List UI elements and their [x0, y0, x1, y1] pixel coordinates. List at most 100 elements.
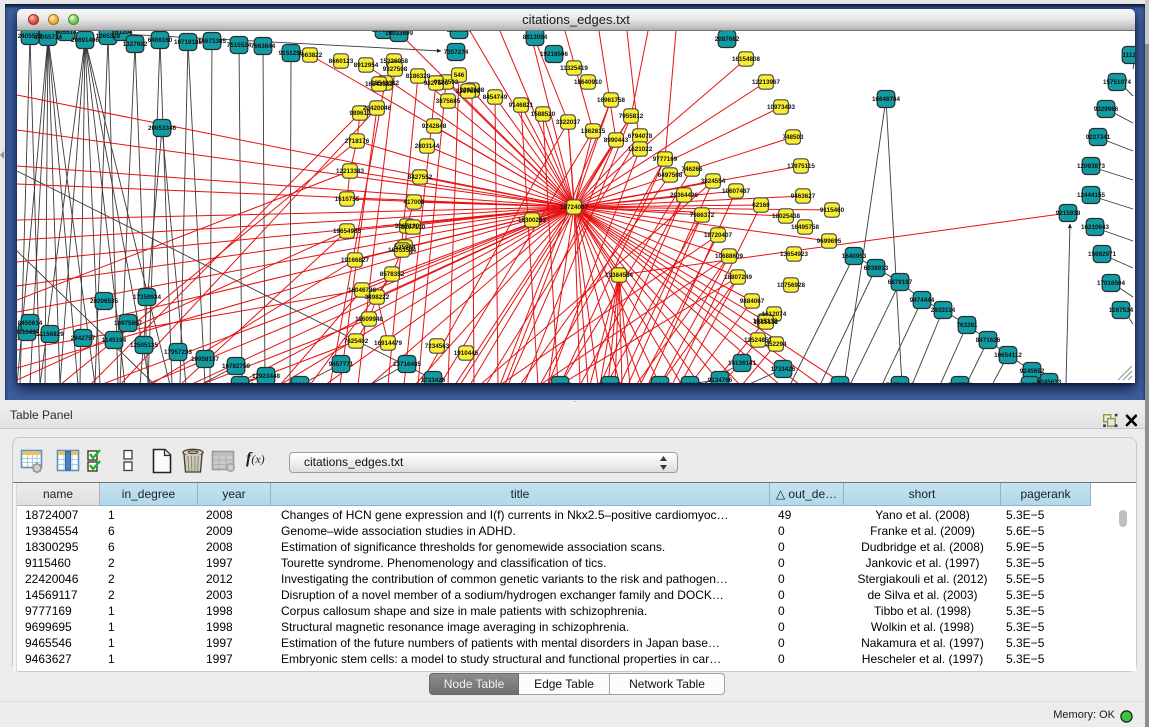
- svg-text:17975115: 17975115: [787, 163, 815, 170]
- svg-text:9960308: 9960308: [598, 382, 623, 383]
- svg-text:8301661: 8301661: [288, 382, 313, 383]
- svg-text:20206535: 20206535: [90, 298, 119, 305]
- svg-text:15692971: 15692971: [1088, 251, 1117, 258]
- svg-text:15751074: 15751074: [1103, 79, 1132, 86]
- svg-text:1362615: 1362615: [581, 128, 606, 135]
- svg-text:7663822: 7663822: [298, 52, 323, 59]
- svg-text:7515524: 7515524: [227, 42, 252, 49]
- svg-text:9487574: 9487574: [948, 382, 973, 383]
- svg-text:9134766: 9134766: [708, 377, 733, 383]
- svg-text:16154808: 16154808: [732, 56, 761, 63]
- svg-text:7357274: 7357274: [444, 49, 469, 56]
- svg-text:9215938: 9215938: [1056, 210, 1081, 217]
- svg-text:1860913: 1860913: [548, 382, 573, 383]
- svg-text:3322037: 3322037: [556, 119, 581, 126]
- svg-text:1588520: 1588520: [531, 111, 556, 118]
- svg-text:16543382: 16543382: [365, 81, 394, 88]
- svg-text:12213967: 12213967: [752, 79, 781, 86]
- svg-text:12505135: 12505135: [130, 342, 159, 349]
- svg-text:1612074: 1612074: [762, 311, 787, 318]
- svg-text:16046738: 16046738: [348, 287, 377, 294]
- svg-text:19384554: 19384554: [605, 272, 634, 279]
- svg-text:10975867: 10975867: [114, 320, 143, 327]
- svg-text:1993518: 1993518: [678, 382, 703, 383]
- svg-text:9777169: 9777169: [653, 156, 678, 163]
- svg-text:8267130: 8267130: [401, 224, 426, 231]
- svg-text:19166827: 19166827: [341, 257, 370, 264]
- svg-text:6938913: 6938913: [864, 265, 889, 272]
- svg-text:1862527: 1862527: [1018, 382, 1043, 383]
- svg-text:13654923: 13654923: [780, 251, 809, 258]
- svg-text:6794078: 6794078: [628, 133, 653, 140]
- svg-text:9242848: 9242848: [422, 123, 447, 130]
- svg-text:1733426: 1733426: [421, 377, 446, 383]
- svg-text:252294: 252294: [765, 341, 787, 348]
- svg-text:16648784: 16648784: [872, 96, 901, 103]
- svg-text:761204: 761204: [111, 31, 133, 36]
- svg-text:10607487: 10607487: [722, 188, 751, 195]
- svg-text:1615132: 1615132: [754, 319, 779, 326]
- svg-text:7663844: 7663844: [251, 43, 276, 50]
- svg-text:2933114: 2933114: [931, 307, 956, 314]
- svg-text:9884067: 9884067: [740, 298, 765, 305]
- svg-text:1327602: 1327602: [123, 41, 148, 48]
- svg-text:16353594: 16353594: [388, 247, 417, 254]
- svg-text:9146821: 9146821: [509, 102, 534, 109]
- svg-text:2803144: 2803144: [415, 143, 440, 150]
- svg-text:17016504: 17016504: [1097, 280, 1126, 287]
- svg-text:3498222: 3498222: [365, 294, 390, 301]
- svg-text:3875685: 3875685: [436, 98, 461, 105]
- svg-text:8427552: 8427552: [408, 174, 433, 181]
- svg-text:16782759: 16782759: [222, 363, 251, 370]
- svg-text:10756928: 10756928: [777, 282, 806, 289]
- svg-text:9227341: 9227341: [1086, 134, 1111, 141]
- svg-text:18724007: 18724007: [560, 204, 589, 211]
- svg-text:11609948: 11609948: [355, 316, 383, 323]
- svg-text:8813054: 8813054: [523, 34, 548, 41]
- svg-text:7234563: 7234563: [425, 343, 450, 350]
- svg-text:9463627: 9463627: [791, 193, 816, 200]
- svg-text:7986372: 7986372: [690, 212, 715, 219]
- svg-text:10025438: 10025438: [772, 213, 801, 220]
- svg-text:8471626: 8471626: [976, 337, 1001, 344]
- svg-text:417006: 417006: [403, 199, 425, 206]
- svg-text:16033809: 16033809: [385, 31, 414, 37]
- svg-text:763261: 763261: [956, 322, 978, 329]
- svg-text:2087682: 2087682: [715, 36, 740, 43]
- svg-text:1733426: 1733426: [771, 366, 796, 373]
- svg-text:9245652: 9245652: [1020, 368, 1045, 375]
- svg-text:12093873: 12093873: [1077, 163, 1106, 170]
- svg-text:11156829: 11156829: [36, 331, 64, 338]
- svg-text:16210643: 16210643: [1081, 224, 1110, 231]
- svg-text:905514: 905514: [55, 31, 77, 36]
- svg-text:10958137: 10958137: [191, 356, 220, 363]
- svg-text:9327506: 9327506: [424, 80, 449, 87]
- svg-text:16914479: 16914479: [374, 340, 403, 347]
- svg-text:9115460: 9115460: [820, 207, 845, 214]
- svg-text:10973493: 10973493: [767, 104, 796, 111]
- svg-text:1640953: 1640953: [842, 253, 867, 260]
- svg-text:20053346: 20053346: [148, 125, 177, 132]
- svg-text:9329966: 9329966: [1094, 106, 1119, 113]
- svg-text:16671385: 16671385: [198, 38, 227, 45]
- svg-text:13716485: 13716485: [393, 361, 422, 368]
- svg-text:62160: 62160: [752, 202, 770, 209]
- svg-text:9474444: 9474444: [910, 297, 935, 304]
- svg-text:12444155: 12444155: [1077, 192, 1106, 199]
- svg-text:16495758: 16495758: [791, 224, 820, 231]
- svg-text:15226058: 15226058: [380, 58, 409, 65]
- svg-text:6466160: 6466160: [148, 37, 173, 44]
- svg-text:17957233: 17957233: [164, 349, 193, 356]
- svg-text:10688609: 10688609: [715, 253, 744, 260]
- svg-text:14136141: 14136141: [728, 360, 757, 367]
- svg-text:1167534: 1167534: [1109, 307, 1134, 314]
- svg-text:1610755: 1610755: [335, 196, 360, 203]
- svg-text:8990443: 8990443: [604, 137, 629, 144]
- svg-text:1621022: 1621022: [628, 146, 653, 153]
- svg-text:546: 546: [454, 72, 465, 79]
- svg-text:8450614: 8450614: [18, 320, 43, 327]
- svg-text:18300293: 18300293: [518, 217, 547, 224]
- svg-text:989612: 989612: [349, 110, 371, 117]
- svg-text:8819034: 8819034: [447, 31, 472, 34]
- svg-text:2942757: 2942757: [71, 335, 96, 342]
